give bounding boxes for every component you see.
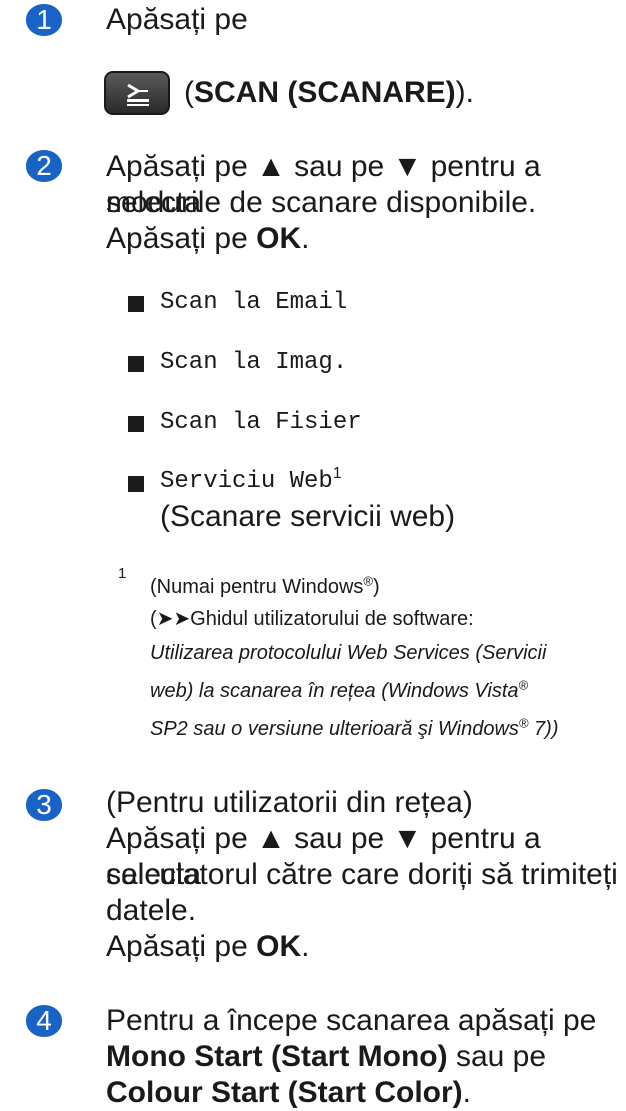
step-4-line-3: Colour Start (Start Color). <box>106 1076 472 1109</box>
mode-web-service-desc: (Scanare servicii web) <box>160 500 456 533</box>
step-4-badge: 4 <box>26 1005 62 1037</box>
mode-scan-file: Scan la Fisier <box>160 409 362 436</box>
bullet-icon <box>128 296 144 312</box>
footnote-line-2: (➤➤Ghidul utilizatorului de software: <box>150 608 474 630</box>
bullet-icon <box>128 356 144 372</box>
scan-button[interactable] <box>104 71 170 115</box>
bullet-icon <box>128 476 144 492</box>
step-3-line-4: datele. <box>106 894 197 927</box>
step-4-line-2: Mono Start (Start Mono) sau pe <box>106 1040 547 1073</box>
step-1-badge: 1 <box>26 4 62 36</box>
scan-button-caption: (SCAN (SCANARE)). <box>184 76 474 109</box>
step-3-line-1: (Pentru utilizatorii din rețea) <box>106 786 473 819</box>
step-3-line-3: calculatorul către care doriți să trimit… <box>106 858 618 891</box>
mode-web-service: Serviciu Web1 <box>160 465 342 495</box>
bullet-icon <box>128 416 144 432</box>
step-3-badge: 3 <box>26 789 62 821</box>
step-2-badge: 2 <box>26 150 62 182</box>
step-2-line-2: modurile de scanare disponibile. <box>106 186 537 219</box>
footnote-line-5: SP2 sau o versiune ulterioară şi Windows… <box>150 715 559 740</box>
step-4-line-1: Pentru a începe scanarea apăsați pe <box>106 1004 597 1037</box>
footnote-line-3: Utilizarea protocolului Web Services (Se… <box>150 642 547 664</box>
footnote-line-4: web) la scanarea în rețea (Windows Vista… <box>150 677 529 702</box>
step-2-line-3: Apăsați pe OK. <box>106 222 310 255</box>
mode-scan-email: Scan la Email <box>160 289 348 316</box>
footnote-line-1: (Numai pentru Windows®) <box>150 573 380 598</box>
step-3-line-5: Apăsați pe OK. <box>106 930 310 963</box>
mode-scan-image: Scan la Imag. <box>160 349 348 376</box>
footnote-number: 1 <box>118 565 127 582</box>
scan-icon <box>127 83 149 106</box>
step-1-text: Apăsați pe <box>106 3 248 36</box>
